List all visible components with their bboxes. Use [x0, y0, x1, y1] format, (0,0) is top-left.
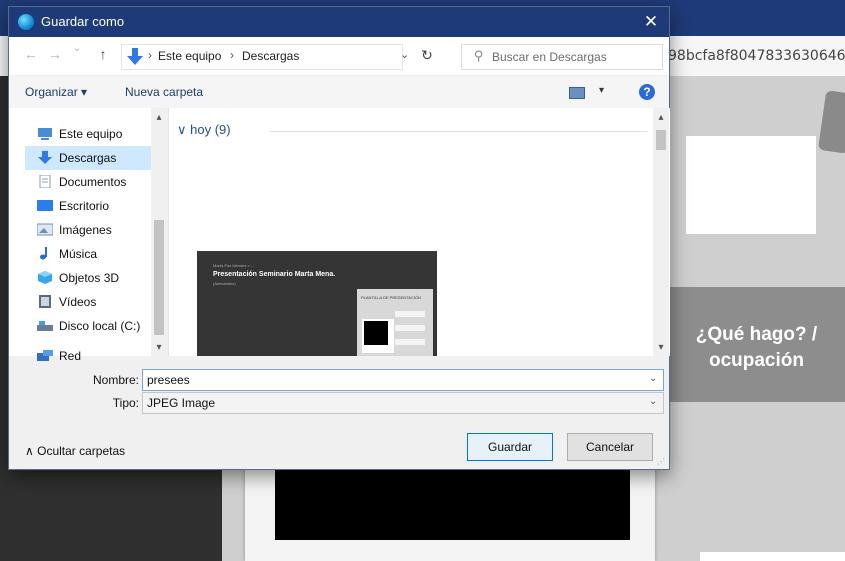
thumbnail-breadcrumb: Marta Paz Mendez > ... [213, 263, 255, 268]
filename-input[interactable]: presees ⌄ [142, 369, 664, 391]
thumbnail-stripe [395, 325, 425, 331]
chevron-down-icon[interactable]: ⌄ [649, 396, 657, 407]
network-icon [37, 350, 53, 361]
thumbnail-photo [364, 321, 388, 345]
nav-item-label: Este equipo [59, 127, 123, 141]
group-divider [269, 131, 647, 132]
filename-label: Nombre: [92, 373, 139, 387]
background-banner-text: ¿Qué hago? / ocupación [668, 322, 845, 374]
thumbnail-stripe [395, 339, 425, 345]
organize-button[interactable]: Organizar ▾ [25, 85, 87, 99]
up-arrow-icon[interactable]: ↑ [95, 46, 111, 62]
nav-item-descargas[interactable]: Descargas [25, 146, 153, 170]
thumbnail-title: Presentación Seminario Marta Mena. [213, 271, 336, 278]
navigation-pane: Este equipo Descargas Documentos Escrito… [9, 108, 167, 363]
nav-item-label: Vídeos [59, 295, 97, 309]
close-icon[interactable]: ✕ [639, 10, 663, 34]
search-placeholder: Buscar en Descargas [492, 50, 607, 64]
group-header-hoy[interactable]: ∨ hoy (9) [177, 122, 231, 138]
nav-item-escritorio[interactable]: Escritorio [25, 194, 153, 218]
thumbnail-subtitle: (Alemantino) [213, 281, 236, 286]
address-separator: › [230, 48, 234, 62]
save-button[interactable]: Guardar [467, 433, 553, 461]
nav-item-videos[interactable]: Vídeos [25, 290, 153, 314]
browser-url-fragment: 98bcfa8f80478336306465 [668, 48, 845, 64]
music-icon [40, 247, 47, 260]
address-segment-descargas[interactable]: Descargas [242, 49, 299, 63]
drive-icon [37, 321, 53, 331]
chevron-down-icon[interactable]: ⌄ [649, 373, 657, 384]
save-as-dialog: Guardar como ✕ ← → ⌄ ↑ › Este equipo › D… [8, 6, 670, 470]
desktop-icon [37, 200, 53, 211]
nav-pane-scrollbar[interactable]: ▴ ▾ [151, 108, 167, 356]
navigation-row: ← → ⌄ ↑ › Este equipo › Descargas ⌄ ↻ ⚲ … [9, 37, 669, 75]
dialog-title-bar[interactable]: Guardar como ✕ [9, 7, 669, 37]
scroll-up-icon[interactable]: ▴ [653, 112, 669, 123]
nav-item-este-equipo[interactable]: Este equipo [25, 122, 153, 146]
command-bar: Organizar ▾ Nueva carpeta ▾ ? [9, 76, 669, 109]
resize-grip-icon[interactable]: ⋰ [657, 457, 665, 466]
scroll-down-icon[interactable]: ▾ [653, 342, 669, 353]
file-list-scrollbar[interactable]: ▴ ▾ [653, 108, 669, 356]
address-separator: › [148, 48, 152, 62]
banner-line-1: ¿Qué hago? / [695, 324, 818, 345]
nav-item-musica[interactable]: Música [25, 242, 153, 266]
pictures-icon [37, 223, 53, 236]
forward-arrow-icon[interactable]: → [47, 46, 63, 62]
scroll-down-icon[interactable]: ▾ [151, 342, 167, 353]
thumbnail-stripe [395, 311, 425, 317]
back-arrow-icon[interactable]: ← [23, 46, 39, 62]
video-icon [39, 295, 51, 308]
search-box[interactable]: ⚲ Buscar en Descargas [461, 44, 663, 70]
thumbnail-card-text: PLANTILLA DE PRESENTACIÓN [361, 295, 421, 300]
objects-3d-icon [38, 271, 52, 284]
nav-item-label: Disco local (C:) [59, 319, 141, 333]
recent-locations-icon[interactable]: ⌄ [69, 43, 85, 54]
computer-icon [38, 128, 52, 140]
address-segment-este-equipo[interactable]: Este equipo [158, 49, 221, 63]
edge-browser-icon [18, 14, 34, 30]
new-folder-button[interactable]: Nueva carpeta [125, 85, 203, 99]
background-polaroid-photo [275, 462, 630, 540]
refresh-icon[interactable]: ↻ [417, 47, 437, 67]
nav-item-documentos[interactable]: Documentos [25, 170, 153, 194]
cancel-button[interactable]: Cancelar [567, 433, 653, 461]
nav-item-label: Documentos [59, 175, 127, 189]
nav-item-label: Escritorio [59, 199, 110, 213]
chevron-down-icon[interactable]: ⌄ [400, 48, 409, 61]
help-icon[interactable]: ? [639, 84, 655, 100]
search-icon: ⚲ [474, 48, 484, 63]
nav-item-label: Imágenes [59, 223, 112, 237]
download-arrow-icon [127, 48, 143, 65]
background-card-bottom [700, 552, 845, 561]
dialog-title: Guardar como [41, 14, 125, 29]
scroll-up-icon[interactable]: ▴ [151, 112, 167, 123]
scrollbar-thumb[interactable] [154, 220, 164, 335]
nav-item-red[interactable]: Red [25, 344, 153, 368]
scrollbar-thumb[interactable] [656, 130, 666, 150]
filetype-label: Tipo: [112, 396, 139, 410]
filetype-value: JPEG Image [147, 396, 216, 410]
nav-item-label: Descargas [59, 151, 117, 165]
filetype-select[interactable]: JPEG Image ⌄ [142, 392, 664, 414]
nav-item-objetos-3d[interactable]: Objetos 3D [25, 266, 153, 290]
view-options-icon[interactable] [569, 87, 585, 99]
file-list-area[interactable]: ∨ hoy (9) Marta Paz Mendez > ... Present… [168, 108, 670, 356]
nav-item-disco-local[interactable]: Disco local (C:) [25, 314, 153, 338]
view-dropdown-icon[interactable]: ▾ [599, 85, 604, 96]
banner-line-2: ocupación [708, 350, 804, 371]
nav-item-label: Música [59, 247, 98, 261]
hide-folders-toggle[interactable]: ∧ Ocultar carpetas [25, 444, 125, 458]
address-bar[interactable]: › Este equipo › Descargas ⌄ [121, 44, 409, 70]
nav-item-label: Red [59, 349, 82, 363]
download-arrow-icon [38, 151, 52, 164]
nav-item-label: Objetos 3D [59, 271, 120, 285]
file-thumbnail[interactable]: Marta Paz Mendez > ... Presentación Semi… [197, 251, 437, 356]
filename-value: presees [147, 373, 190, 387]
background-card [686, 136, 816, 234]
nav-item-imagenes[interactable]: Imágenes [25, 218, 153, 242]
document-icon [39, 175, 51, 188]
